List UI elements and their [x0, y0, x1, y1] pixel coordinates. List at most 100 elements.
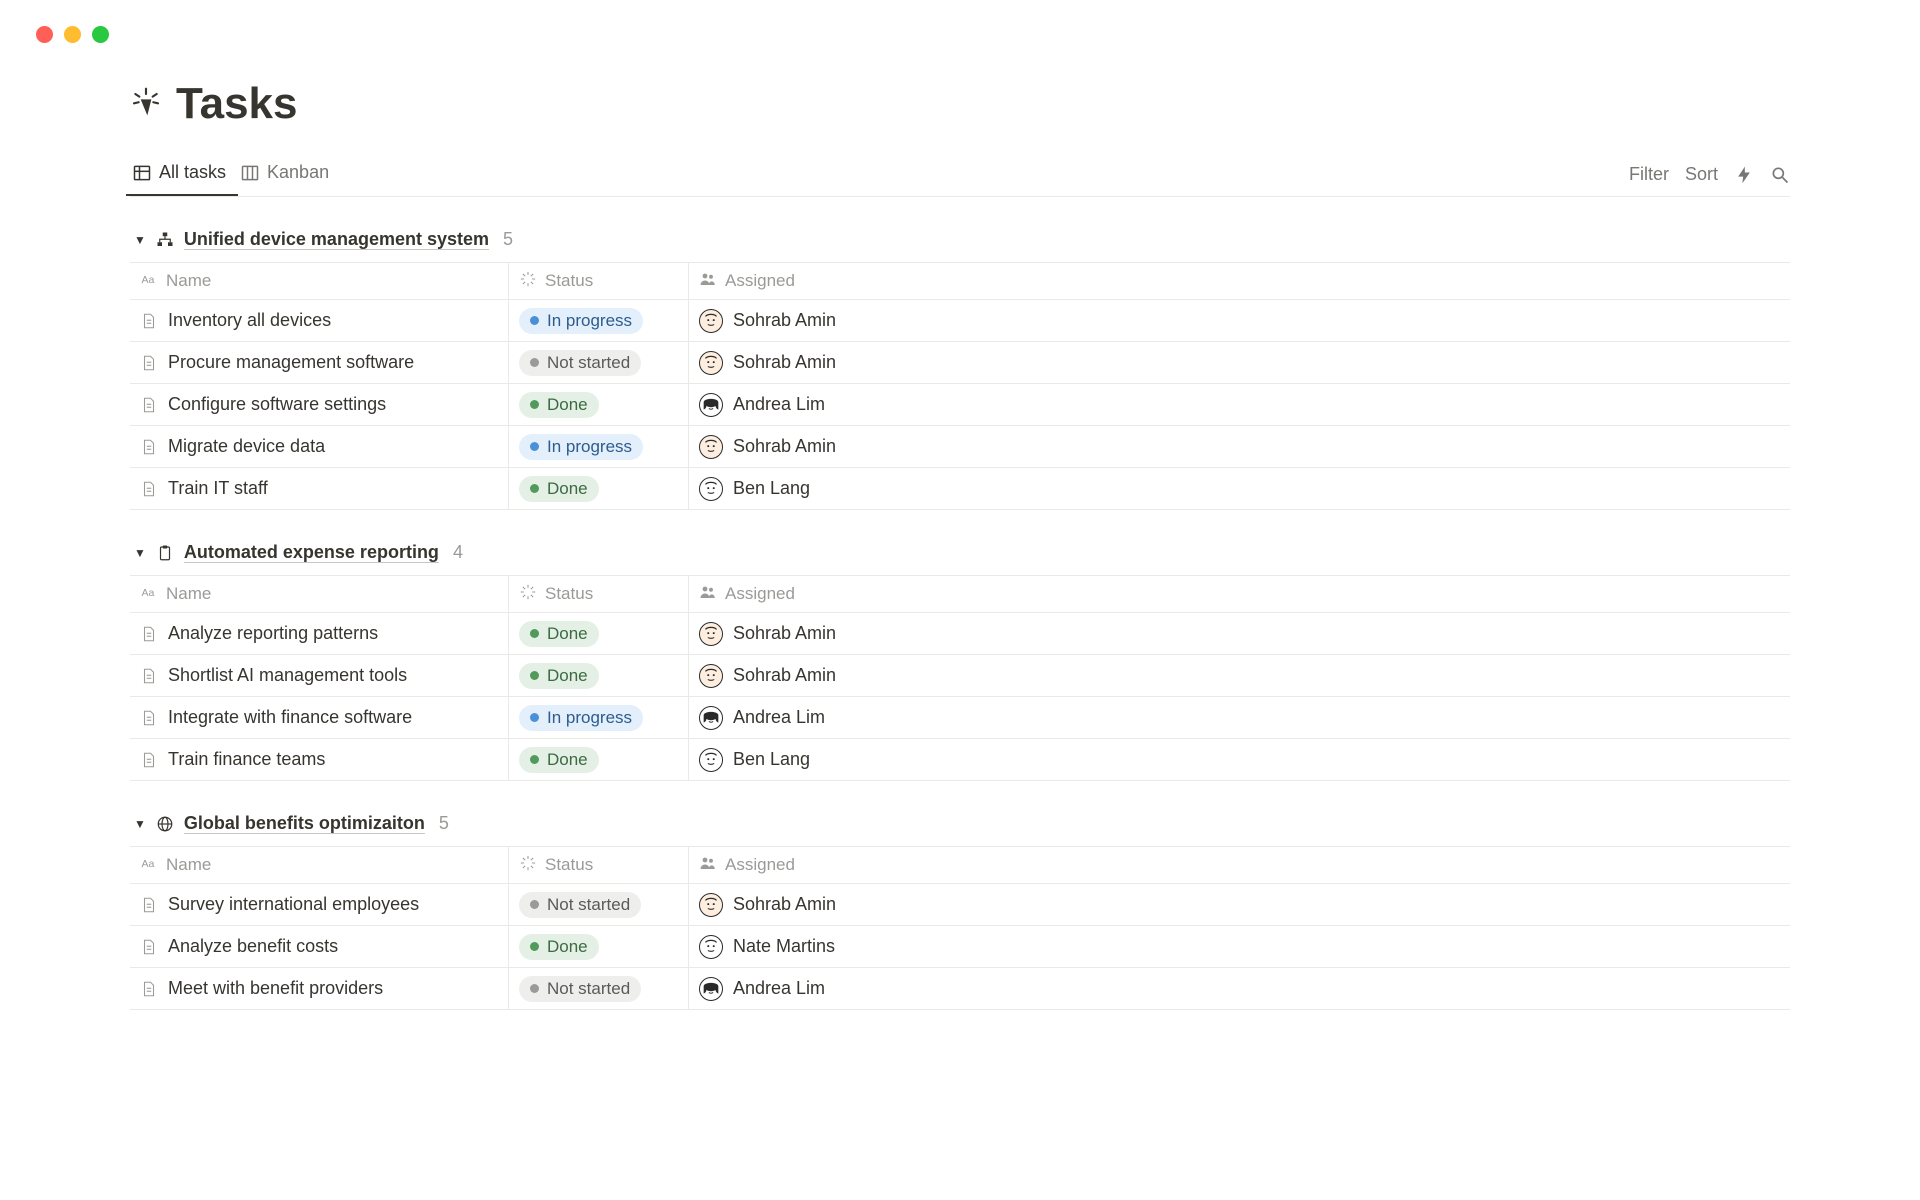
- maximize-window-button[interactable]: [92, 26, 109, 43]
- task-title: Inventory all devices: [168, 310, 331, 331]
- table-row[interactable]: Train IT staff Done Ben Lang: [130, 468, 1790, 510]
- cell-status[interactable]: Not started: [508, 884, 688, 925]
- column-headers: Name Status Assigned: [130, 262, 1790, 300]
- task-title: Meet with benefit providers: [168, 978, 383, 999]
- cell-name[interactable]: Migrate device data: [130, 426, 508, 467]
- cell-status[interactable]: Done: [508, 384, 688, 425]
- table-row[interactable]: Configure software settings Done Andrea …: [130, 384, 1790, 426]
- status-label: Done: [547, 750, 588, 770]
- text-property-icon: [140, 854, 158, 877]
- table-row[interactable]: Migrate device data In progress Sohrab A…: [130, 426, 1790, 468]
- group-collapse-toggle[interactable]: ▼: [134, 546, 146, 560]
- search-button[interactable]: [1770, 165, 1790, 185]
- cell-status[interactable]: Done: [508, 926, 688, 967]
- cell-status[interactable]: Done: [508, 739, 688, 780]
- cell-assigned[interactable]: Andrea Lim: [688, 384, 1790, 425]
- table-row[interactable]: Integrate with finance software In progr…: [130, 697, 1790, 739]
- assignee-name: Ben Lang: [733, 478, 810, 499]
- cell-name[interactable]: Inventory all devices: [130, 300, 508, 341]
- cell-assigned[interactable]: Andrea Lim: [688, 968, 1790, 1009]
- text-property-icon: [140, 270, 158, 293]
- task-title: Train finance teams: [168, 749, 325, 770]
- cell-name[interactable]: Integrate with finance software: [130, 697, 508, 738]
- cell-assigned[interactable]: Sohrab Amin: [688, 342, 1790, 383]
- cell-assigned[interactable]: Sohrab Amin: [688, 884, 1790, 925]
- cell-status[interactable]: In progress: [508, 426, 688, 467]
- sort-button[interactable]: Sort: [1685, 164, 1718, 185]
- status-badge: Done: [519, 747, 599, 773]
- window-controls: [0, 0, 1920, 43]
- cell-status[interactable]: Done: [508, 613, 688, 654]
- cell-status[interactable]: Done: [508, 468, 688, 509]
- page-icon: [140, 896, 158, 914]
- page-icon: [140, 980, 158, 998]
- table-row[interactable]: Shortlist AI management tools Done Sohra…: [130, 655, 1790, 697]
- table-row[interactable]: Survey international employees Not start…: [130, 884, 1790, 926]
- table-row[interactable]: Analyze benefit costs Done Nate Martins: [130, 926, 1790, 968]
- cell-assigned[interactable]: Andrea Lim: [688, 697, 1790, 738]
- table-row[interactable]: Analyze reporting patterns Done Sohrab A…: [130, 613, 1790, 655]
- cell-name[interactable]: Procure management software: [130, 342, 508, 383]
- cell-assigned[interactable]: Nate Martins: [688, 926, 1790, 967]
- status-label: In progress: [547, 311, 632, 331]
- cell-assigned[interactable]: Sohrab Amin: [688, 655, 1790, 696]
- close-window-button[interactable]: [36, 26, 53, 43]
- page-icon: [140, 751, 158, 769]
- column-header-status[interactable]: Status: [508, 576, 688, 612]
- column-header-name[interactable]: Name: [130, 263, 508, 299]
- cell-name[interactable]: Survey international employees: [130, 884, 508, 925]
- cell-name[interactable]: Analyze reporting patterns: [130, 613, 508, 654]
- cell-name[interactable]: Train finance teams: [130, 739, 508, 780]
- minimize-window-button[interactable]: [64, 26, 81, 43]
- tab-all-tasks[interactable]: All tasks: [130, 154, 234, 195]
- group-name[interactable]: Global benefits optimizaiton: [184, 813, 425, 834]
- column-header-status[interactable]: Status: [508, 263, 688, 299]
- cell-status[interactable]: Done: [508, 655, 688, 696]
- avatar: [699, 435, 723, 459]
- people-property-icon: [699, 270, 717, 293]
- status-label: In progress: [547, 437, 632, 457]
- cell-status[interactable]: Not started: [508, 342, 688, 383]
- group-collapse-toggle[interactable]: ▼: [134, 233, 146, 247]
- tab-kanban[interactable]: Kanban: [238, 154, 337, 195]
- table-row[interactable]: Train finance teams Done Ben Lang: [130, 739, 1790, 781]
- column-header-assigned[interactable]: Assigned: [688, 847, 1790, 883]
- status-dot-icon: [530, 900, 539, 909]
- group-name[interactable]: Unified device management system: [184, 229, 489, 250]
- column-header-assigned[interactable]: Assigned: [688, 263, 1790, 299]
- table-row[interactable]: Meet with benefit providers Not started …: [130, 968, 1790, 1010]
- status-label: Not started: [547, 979, 630, 999]
- status-badge: Done: [519, 621, 599, 647]
- column-header-assigned[interactable]: Assigned: [688, 576, 1790, 612]
- group-collapse-toggle[interactable]: ▼: [134, 817, 146, 831]
- column-header-status[interactable]: Status: [508, 847, 688, 883]
- table-row[interactable]: Inventory all devices In progress Sohrab…: [130, 300, 1790, 342]
- table-row[interactable]: Procure management software Not started …: [130, 342, 1790, 384]
- cell-assigned[interactable]: Ben Lang: [688, 739, 1790, 780]
- cell-assigned[interactable]: Sohrab Amin: [688, 613, 1790, 654]
- cell-status[interactable]: In progress: [508, 697, 688, 738]
- status-badge: Not started: [519, 976, 641, 1002]
- column-headers: Name Status Assigned: [130, 575, 1790, 613]
- page-title: Tasks: [176, 79, 298, 129]
- cell-status[interactable]: Not started: [508, 968, 688, 1009]
- group: ▼ Global benefits optimizaiton 5 Name St…: [130, 809, 1790, 1010]
- status-property-icon: [519, 854, 537, 877]
- cell-name[interactable]: Shortlist AI management tools: [130, 655, 508, 696]
- cell-assigned[interactable]: Sohrab Amin: [688, 300, 1790, 341]
- cell-assigned[interactable]: Sohrab Amin: [688, 426, 1790, 467]
- column-header-name[interactable]: Name: [130, 576, 508, 612]
- cell-name[interactable]: Meet with benefit providers: [130, 968, 508, 1009]
- automations-button[interactable]: [1734, 165, 1754, 185]
- cell-name[interactable]: Configure software settings: [130, 384, 508, 425]
- page-icon: [140, 438, 158, 456]
- filter-button[interactable]: Filter: [1629, 164, 1669, 185]
- cell-assigned[interactable]: Ben Lang: [688, 468, 1790, 509]
- group-name[interactable]: Automated expense reporting: [184, 542, 439, 563]
- column-header-name[interactable]: Name: [130, 847, 508, 883]
- cell-name[interactable]: Train IT staff: [130, 468, 508, 509]
- status-badge: Done: [519, 392, 599, 418]
- avatar: [699, 706, 723, 730]
- cell-status[interactable]: In progress: [508, 300, 688, 341]
- cell-name[interactable]: Analyze benefit costs: [130, 926, 508, 967]
